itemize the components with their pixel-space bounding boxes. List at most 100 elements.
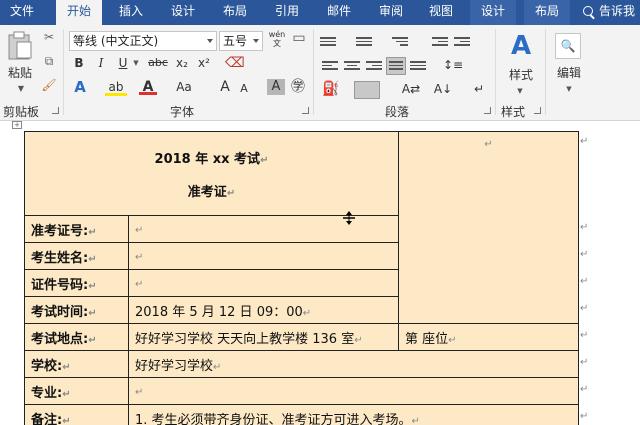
paste-button[interactable]: 粘贴 xyxy=(5,65,35,81)
tab-home[interactable]: 开始 xyxy=(56,0,102,25)
table-row: 学校:↵ 好好学习学校↵ xyxy=(24,350,579,378)
find-icon[interactable]: 🔍 xyxy=(555,33,581,59)
photo-cell[interactable]: ↵ xyxy=(398,131,579,324)
clipboard-group-label: 剪贴板 xyxy=(3,105,40,119)
phonetic-guide-button[interactable]: wén 文 xyxy=(267,30,287,48)
align-center-icon[interactable] xyxy=(344,59,360,73)
distributed-icon[interactable] xyxy=(410,59,426,73)
bold-button[interactable]: B xyxy=(71,55,87,71)
char-border-icon[interactable]: ▭ xyxy=(289,30,309,46)
editing-dropdown-icon[interactable]: ▼ xyxy=(564,81,574,97)
row-value[interactable]: ↵ xyxy=(128,215,399,243)
group-divider xyxy=(63,29,64,115)
seat-cell[interactable]: 第 座位↵ xyxy=(398,323,579,351)
numbering-icon[interactable] xyxy=(356,35,372,49)
admission-ticket-table: 2018 年 xx 考试↵ 准考证↵ ↵ 准考证号:↵ ↵ 考生姓名:↵ ↵ 证… xyxy=(24,131,579,425)
row-value[interactable]: 1. 考生必须带齐身份证、准考证方可进入考场。↵ xyxy=(128,404,579,425)
group-divider xyxy=(495,29,496,115)
italic-button[interactable]: I xyxy=(93,55,109,71)
row-label: 备注:↵ xyxy=(24,404,129,425)
tab-insert[interactable]: 插入 xyxy=(110,0,152,25)
paragraph-group-label: 段落 xyxy=(385,105,410,119)
row-value[interactable]: 好好学习学校↵ xyxy=(128,350,579,378)
styles-icon[interactable]: A xyxy=(505,31,537,61)
grow-font-button[interactable]: A xyxy=(217,79,233,95)
font-size-dropdown[interactable]: 五号 xyxy=(219,31,263,51)
row-value[interactable]: ↵ xyxy=(128,377,579,405)
justify-icon[interactable] xyxy=(386,57,406,75)
chinese-layout-icon[interactable]: A⇄ xyxy=(398,81,424,97)
clipboard-launcher-icon[interactable] xyxy=(52,107,59,114)
highlight-color-button[interactable]: ab xyxy=(105,79,127,96)
decrease-indent-icon[interactable] xyxy=(432,35,448,49)
line-spacing-icon[interactable]: ↕≡ xyxy=(440,57,466,73)
underline-button[interactable]: U xyxy=(115,55,131,71)
char-shading-icon[interactable]: A xyxy=(267,79,285,95)
tab-review[interactable]: 审阅 xyxy=(370,0,412,25)
align-right-icon[interactable] xyxy=(366,59,382,73)
bullets-icon[interactable] xyxy=(320,35,336,49)
font-family-dropdown[interactable]: 等线 (中文正文) xyxy=(69,31,217,51)
end-of-row-mark: ↵ xyxy=(580,249,589,260)
title-cell[interactable]: 2018 年 xx 考试↵ 准考证↵ xyxy=(24,131,399,216)
row-resize-cursor-icon xyxy=(343,211,355,225)
tab-layout[interactable]: 布局 xyxy=(214,0,256,25)
table-row: 备注:↵ 1. 考生必须带齐身份证、准考证方可进入考场。↵ xyxy=(24,404,579,425)
row-value[interactable]: 好好学习学校 天天向上教学楼 136 室↵ xyxy=(128,323,399,351)
paste-dropdown-icon[interactable]: ▼ xyxy=(16,81,26,97)
paragraph-launcher-icon[interactable] xyxy=(484,107,491,114)
tab-mailings[interactable]: 邮件 xyxy=(318,0,360,25)
row-value[interactable]: ↵ xyxy=(128,269,399,297)
tab-references[interactable]: 引用 xyxy=(266,0,308,25)
tab-view[interactable]: 视图 xyxy=(420,0,462,25)
text-effects-icon[interactable]: A xyxy=(71,79,89,95)
clear-formatting-icon[interactable]: ⌫ xyxy=(225,55,245,71)
subscript-button[interactable]: x₂ xyxy=(173,55,191,71)
row-label: 准考证号:↵ xyxy=(24,215,129,243)
increase-indent-icon[interactable] xyxy=(454,35,470,49)
underline-dropdown-icon[interactable]: ▼ xyxy=(131,55,141,71)
styles-group-label: 样式 xyxy=(501,105,526,119)
tab-table-layout[interactable]: 布局 xyxy=(524,0,570,25)
row-label: 考试时间:↵ xyxy=(24,296,129,324)
font-color-button[interactable]: A xyxy=(139,79,157,95)
multilevel-list-icon[interactable] xyxy=(392,35,408,49)
shading-icon[interactable]: ⛽ xyxy=(320,81,342,97)
chevron-down-icon xyxy=(207,39,213,43)
table-row: 考试地点:↵ 好好学习学校 天天向上教学楼 136 室↵ 第 座位↵ xyxy=(24,323,579,351)
ticket-title: 准考证 xyxy=(187,184,227,200)
paste-icon[interactable] xyxy=(5,31,35,61)
styles-button[interactable]: 样式 xyxy=(503,67,539,83)
font-color-icon: A xyxy=(142,79,154,95)
highlighter-icon: ab xyxy=(108,80,124,94)
row-value[interactable]: ↵ xyxy=(128,242,399,270)
styles-dropdown-icon[interactable]: ▼ xyxy=(515,83,525,99)
end-of-row-mark: ↵ xyxy=(580,411,589,422)
row-value[interactable]: 2018 年 5 月 12 日 09：00↵ xyxy=(128,296,399,324)
copy-icon[interactable]: ⧉ xyxy=(40,53,58,69)
search-icon xyxy=(583,6,593,16)
superscript-button[interactable]: x² xyxy=(195,55,213,71)
row-label: 考试地点:↵ xyxy=(24,323,129,351)
styles-launcher-icon[interactable] xyxy=(534,107,541,114)
cut-icon[interactable]: ✂ xyxy=(40,29,58,45)
change-case-button[interactable]: Aa xyxy=(171,79,197,95)
end-of-row-mark: ↵ xyxy=(580,222,589,233)
row-label: 证件号码:↵ xyxy=(24,269,129,297)
font-launcher-icon[interactable] xyxy=(302,107,309,114)
tab-table-design[interactable]: 设计 xyxy=(470,0,516,25)
tell-me-search[interactable]: 告诉我 xyxy=(583,0,635,25)
shrink-font-button[interactable]: A xyxy=(237,81,251,97)
align-left-icon[interactable] xyxy=(322,59,338,73)
format-painter-icon[interactable]: 🖌 xyxy=(40,77,58,93)
editing-button[interactable]: 编辑 xyxy=(551,65,587,81)
table-move-handle-icon[interactable]: + xyxy=(12,121,22,129)
borders-icon[interactable] xyxy=(354,81,380,99)
tab-design[interactable]: 设计 xyxy=(162,0,204,25)
sort-icon[interactable]: A↓ xyxy=(432,81,454,97)
enclose-char-icon[interactable]: ㊫ xyxy=(289,79,307,95)
tab-file[interactable]: 文件 xyxy=(0,0,44,25)
strikethrough-button[interactable]: abc xyxy=(147,55,169,71)
table-row: 2018 年 xx 考试↵ 准考证↵ ↵ xyxy=(24,131,579,324)
show-marks-icon[interactable]: ↵ xyxy=(470,81,488,97)
